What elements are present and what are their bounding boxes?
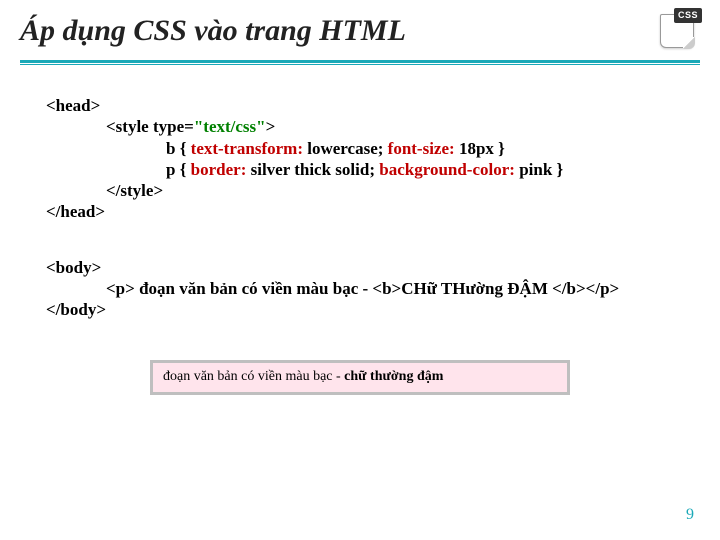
- code-line: </style>: [106, 180, 680, 201]
- output-bold-text: chữ thường đậm: [344, 369, 443, 384]
- code-text: "text/css": [194, 117, 266, 136]
- code-text: <p> đoạn văn bản có viền màu bạc - <b>: [106, 279, 401, 298]
- code-text: <style type=: [106, 117, 194, 136]
- code-text: CHữ THường ĐẬM: [401, 279, 552, 298]
- page-number: 9: [686, 506, 694, 524]
- code-text: pink }: [515, 160, 563, 179]
- code-line: <head>: [46, 95, 680, 116]
- code-text: p {: [166, 160, 191, 179]
- rendered-output-box: đoạn văn bản có viền màu bạc - chữ thườn…: [150, 360, 570, 395]
- code-line: <body>: [46, 257, 680, 278]
- code-text: b {: [166, 139, 191, 158]
- code-line: </body>: [46, 299, 680, 320]
- code-text: text-transform:: [191, 139, 303, 158]
- code-text: 18px }: [455, 139, 505, 158]
- code-text: background-color:: [379, 160, 515, 179]
- css-file-icon: CSS: [656, 8, 702, 48]
- title-underline: [20, 60, 700, 63]
- code-line: <p> đoạn văn bản có viền màu bạc - <b>CH…: [106, 278, 680, 299]
- code-example-block: <head> <style type="text/css"> b { text-…: [0, 65, 720, 320]
- code-text: font-size:: [388, 139, 455, 158]
- code-line: </head>: [46, 201, 680, 222]
- code-text: lowercase;: [303, 139, 388, 158]
- output-text: đoạn văn bản có viền màu bạc -: [163, 369, 344, 384]
- page-title: Áp dụng CSS vào trang HTML: [20, 14, 700, 48]
- code-text: </b></p>: [552, 279, 619, 298]
- code-line: <style type="text/css">: [106, 116, 680, 137]
- code-line: p { border: silver thick solid; backgrou…: [166, 159, 680, 180]
- code-text: silver thick solid;: [246, 160, 379, 179]
- code-text: >: [266, 117, 276, 136]
- code-text: border:: [191, 160, 247, 179]
- css-badge-label: CSS: [674, 8, 702, 23]
- code-line: b { text-transform: lowercase; font-size…: [166, 138, 680, 159]
